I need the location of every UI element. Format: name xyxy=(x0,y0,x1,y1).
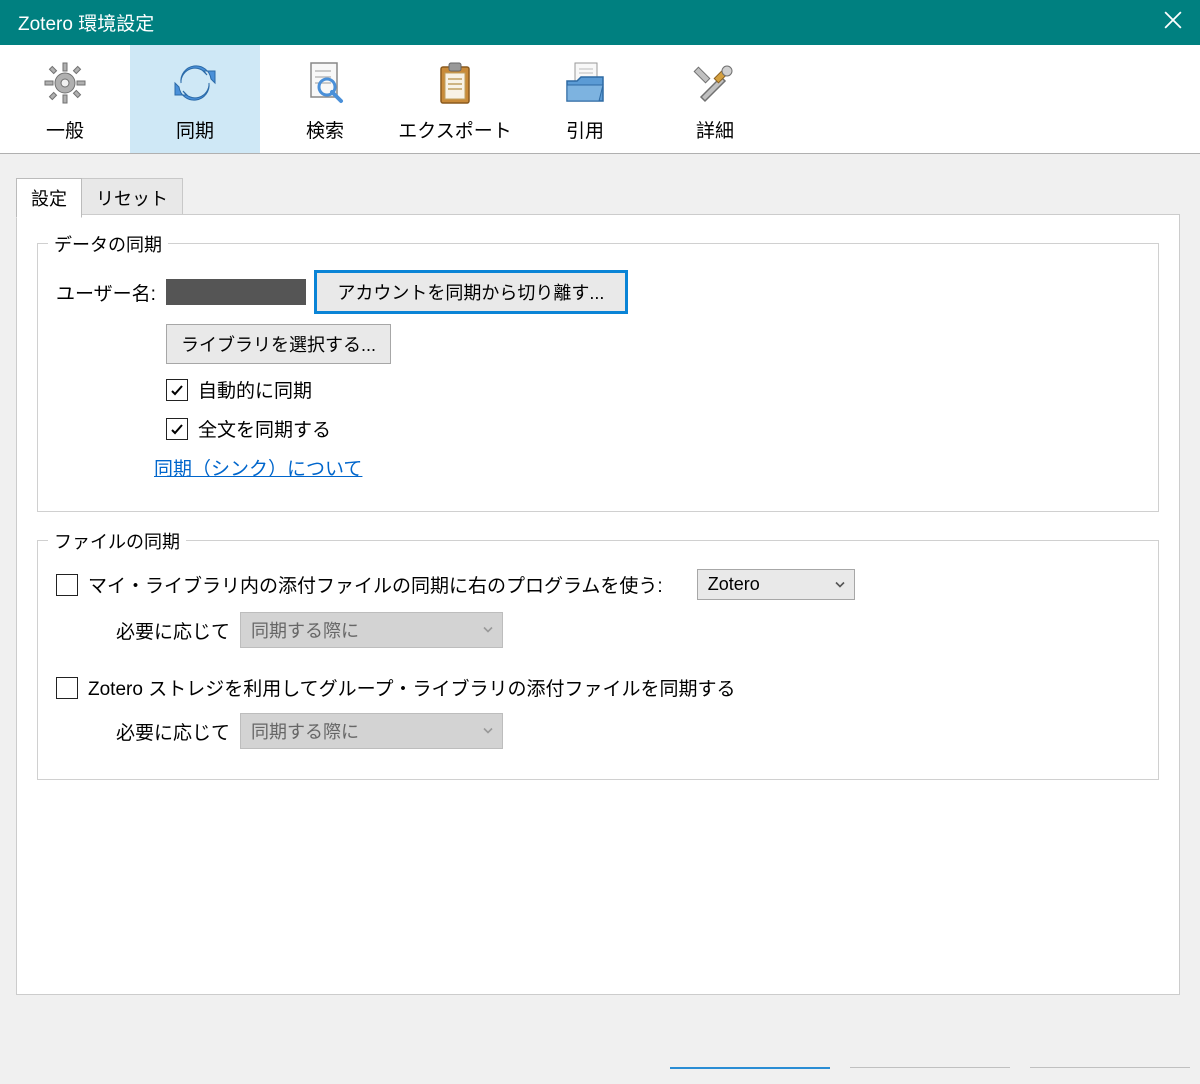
my-library-download-mode-value: 同期する際に xyxy=(251,621,359,641)
preferences-body: 設定 リセット データの同期 ユーザー名: アカウントを同期から切り離す... … xyxy=(0,154,1200,1084)
tab-general-label: 一般 xyxy=(46,116,84,143)
my-library-filesync-program-value: Zotero xyxy=(708,574,760,594)
tab-sync[interactable]: 同期 xyxy=(130,45,260,153)
tab-export-label: エクスポート xyxy=(398,116,511,143)
my-library-filesync-program-select[interactable]: Zotero xyxy=(697,569,855,600)
settings-panel: データの同期 ユーザー名: アカウントを同期から切り離す... ライブラリを選択… xyxy=(16,214,1180,995)
close-icon xyxy=(1164,11,1182,34)
window-title: Zotero 環境設定 xyxy=(18,9,154,36)
chevron-down-icon xyxy=(834,574,846,595)
tab-cite[interactable]: 引用 xyxy=(520,45,650,153)
about-sync-link[interactable]: 同期（シンク）について xyxy=(154,454,362,481)
group-file-sync: ファイルの同期 マイ・ライブラリ内の添付ファイルの同期に右のプログラムを使う: … xyxy=(37,540,1159,780)
username-label: ユーザー名: xyxy=(56,279,156,306)
tab-sync-label: 同期 xyxy=(176,116,214,143)
username-value-redacted xyxy=(166,279,306,305)
footer-button-1[interactable] xyxy=(670,1067,830,1079)
auto-sync-checkbox[interactable] xyxy=(166,379,188,401)
chevron-down-icon xyxy=(482,620,494,641)
group-data-sync: データの同期 ユーザー名: アカウントを同期から切り離す... ライブラリを選択… xyxy=(37,243,1159,512)
group-file-sync-legend: ファイルの同期 xyxy=(48,528,186,554)
clipboard-icon xyxy=(428,56,482,110)
sync-arrows-icon xyxy=(168,56,222,110)
preferences-toolbar: 一般 同期 検索 xyxy=(0,45,1200,154)
window-titlebar: Zotero 環境設定 xyxy=(0,0,1200,45)
footer-button-2[interactable] xyxy=(850,1067,1010,1078)
gear-icon xyxy=(38,56,92,110)
group-library-download-mode-value: 同期する際に xyxy=(251,722,359,742)
footer-button-3[interactable] xyxy=(1030,1067,1190,1078)
unlink-account-button[interactable]: アカウントを同期から切り離す... xyxy=(316,272,626,312)
tab-advanced-label: 詳細 xyxy=(696,116,734,143)
group-library-filesync-checkbox[interactable] xyxy=(56,677,78,699)
group-data-sync-legend: データの同期 xyxy=(48,231,168,257)
fulltext-sync-label: 全文を同期する xyxy=(198,415,331,442)
tab-search[interactable]: 検索 xyxy=(260,45,390,153)
dialog-footer-buttons xyxy=(670,1067,1190,1079)
tab-export[interactable]: エクスポート xyxy=(390,45,520,153)
choose-libraries-button[interactable]: ライブラリを選択する... xyxy=(166,324,391,364)
fulltext-sync-checkbox[interactable] xyxy=(166,418,188,440)
group-library-filesync-label: Zotero ストレジを利用してグループ・ライブラリの添付ファイルを同期する xyxy=(88,674,735,701)
choose-libraries-button-label: ライブラリを選択する... xyxy=(181,331,376,357)
group-library-download-mode-select: 同期する際に xyxy=(240,713,503,749)
close-button[interactable] xyxy=(1145,0,1200,45)
my-library-download-mode-select: 同期する際に xyxy=(240,612,503,648)
search-document-icon xyxy=(298,56,352,110)
tab-advanced[interactable]: 詳細 xyxy=(650,45,780,153)
folder-document-icon xyxy=(558,56,612,110)
tab-general[interactable]: 一般 xyxy=(0,45,130,153)
chevron-down-icon xyxy=(482,721,494,742)
tab-cite-label: 引用 xyxy=(566,116,604,143)
subtab-reset[interactable]: リセット xyxy=(82,178,183,218)
my-library-filesync-checkbox[interactable] xyxy=(56,574,78,596)
tab-search-label: 検索 xyxy=(306,116,344,143)
subtab-settings[interactable]: 設定 xyxy=(16,178,82,218)
my-library-filesync-label: マイ・ライブラリ内の添付ファイルの同期に右のプログラムを使う: xyxy=(88,571,663,598)
group-library-download-label: 必要に応じて xyxy=(116,718,230,745)
auto-sync-label: 自動的に同期 xyxy=(198,376,312,403)
unlink-account-button-label: アカウントを同期から切り離す... xyxy=(337,279,604,305)
my-library-download-label: 必要に応じて xyxy=(116,617,230,644)
sync-subtabs: 設定 リセット xyxy=(16,178,183,218)
tools-icon xyxy=(688,56,742,110)
